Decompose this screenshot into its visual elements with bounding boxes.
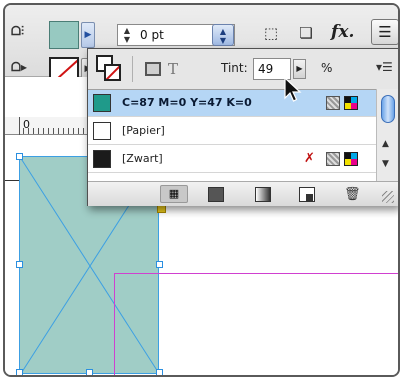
mouse-pointer-icon [284, 77, 302, 102]
resize-handle-bm[interactable] [86, 369, 93, 375]
new-swatch-icon[interactable] [299, 187, 315, 202]
swatch-color-chip [93, 122, 111, 140]
ruler-origin-line [19, 117, 20, 135]
swatches-bottom-bar: ▦ 🗑 [88, 181, 398, 206]
show-gradient-swatches-icon[interactable] [255, 187, 271, 202]
stroke-weight-value[interactable]: 0 pt [140, 28, 164, 42]
swatch-color-chip [93, 150, 111, 168]
panel-menu-button[interactable]: ☰ [371, 19, 398, 45]
formatting-text-icon[interactable]: T [168, 60, 178, 78]
swatch-name: [Zwart] [122, 152, 163, 165]
resize-handle-br[interactable] [156, 369, 163, 375]
swatch-color-chip [93, 94, 111, 112]
swatch-scrollbar[interactable]: ▲ ▼ [376, 89, 398, 181]
swatches-menu-icon[interactable]: ▾☰ [376, 60, 393, 74]
swatch-row[interactable]: [Zwart] ✗ [88, 146, 376, 173]
formatting-container-icon[interactable] [145, 62, 161, 76]
show-color-swatches-icon[interactable] [208, 187, 224, 202]
text-wrap-icon[interactable]: ⬚ [260, 22, 282, 44]
app-window: ᗝ⫶ ᗝ▸ ▶ ▶ ▲▼ 0 pt ▲▼ ⬚ ❏ fx. ☰ 0 [3, 3, 400, 377]
scroll-down-arrow[interactable]: ▼ [382, 159, 389, 169]
swatches-popup: T Tint: 49 ▶ % ▾☰ C=87 M=0 Y=47 K=0 [Pap… [87, 48, 398, 206]
resize-handle-tl[interactable] [16, 153, 23, 160]
non-editable-icon: ✗ [304, 151, 315, 166]
fill-dropdown-arrow[interactable]: ▶ [81, 22, 95, 48]
resize-handle-bl[interactable] [16, 369, 23, 375]
show-all-swatches-icon[interactable]: ▦ [160, 185, 188, 203]
resize-grip-icon[interactable] [382, 191, 394, 203]
process-color-icon [326, 96, 340, 110]
stroke-weight-dropdown[interactable]: ▲ ▼ [212, 24, 234, 46]
object-arrange-icon[interactable]: ᗝ▸ [11, 60, 27, 75]
cmyk-mode-icon [344, 152, 358, 166]
divider [132, 56, 133, 82]
scrollbar-thumb[interactable] [381, 95, 395, 123]
margin-guide-vertical [114, 273, 115, 375]
stroke-weight-field[interactable]: ▲ ▼ 0 pt ▲ ▼ [117, 24, 235, 46]
drop-shadow-icon[interactable]: ❏ [295, 22, 317, 44]
tint-label: Tint: [221, 61, 248, 75]
cmyk-mode-icon [344, 96, 358, 110]
swatch-name: C=87 M=0 Y=47 K=0 [122, 96, 252, 109]
effects-icon[interactable]: fx. [331, 22, 354, 42]
swatch-list: C=87 M=0 Y=47 K=0 [Papier] [Zwart] ✗ [88, 89, 376, 181]
swatch-row[interactable]: [Papier] [88, 118, 376, 145]
fill-stroke-toggle-icon[interactable] [96, 55, 122, 81]
swatch-row-selected[interactable]: C=87 M=0 Y=47 K=0 [88, 90, 376, 117]
resize-handle-mr[interactable] [156, 261, 163, 268]
swatch-name: [Papier] [122, 124, 165, 137]
stroke-weight-stepper[interactable]: ▲ ▼ [120, 26, 134, 44]
resize-handle-ml[interactable] [16, 261, 23, 268]
delete-swatch-icon[interactable]: 🗑 [344, 187, 361, 202]
scroll-up-arrow[interactable]: ▲ [382, 139, 389, 149]
tint-unit: % [321, 61, 333, 75]
process-color-icon [326, 152, 340, 166]
margin-guide-horizontal [114, 273, 398, 274]
swatches-header: T Tint: 49 ▶ % ▾☰ [88, 49, 398, 102]
ruler-ticks [23, 128, 93, 134]
fill-swatch[interactable] [49, 21, 79, 49]
tint-slider-arrow[interactable]: ▶ [293, 59, 306, 79]
align-distribute-icon[interactable]: ᗝ⫶ [11, 24, 24, 39]
